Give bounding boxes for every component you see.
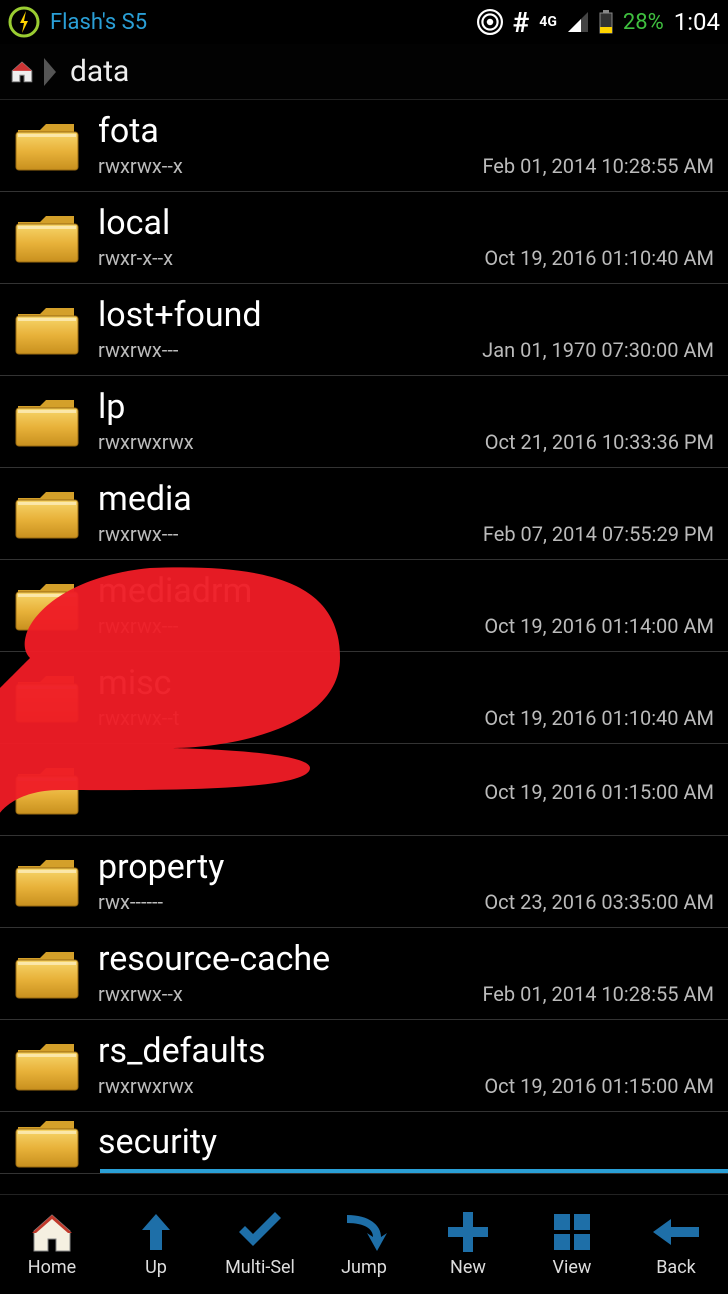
flash-icon bbox=[8, 6, 40, 38]
item-name: lp bbox=[98, 389, 714, 426]
folder-icon bbox=[14, 488, 80, 540]
battery-percent: 28% bbox=[623, 10, 664, 35]
clock: 1:04 bbox=[674, 8, 720, 36]
list-item[interactable]: local rwxr-x--x Oct 19, 2016 01:10:40 AM bbox=[0, 192, 728, 284]
list-item[interactable]: mediadrm rwxrwx--- Oct 19, 2016 01:14:00… bbox=[0, 560, 728, 652]
check-icon bbox=[234, 1211, 286, 1253]
item-name: mediadrm bbox=[98, 573, 714, 610]
item-name: rs_defaults bbox=[98, 1033, 714, 1070]
item-permissions: rwxrwxrwx bbox=[98, 430, 194, 454]
item-permissions: rwxrwx--t bbox=[98, 706, 179, 730]
item-name: resource-cache bbox=[98, 941, 714, 978]
folder-icon bbox=[14, 764, 80, 816]
item-permissions: rwxrwx--x bbox=[98, 982, 183, 1006]
plus-icon bbox=[442, 1211, 494, 1253]
item-name: local bbox=[98, 205, 714, 242]
folder-icon bbox=[14, 304, 80, 356]
item-date: Feb 01, 2014 10:28:55 AM bbox=[482, 154, 714, 178]
folder-icon bbox=[14, 672, 80, 724]
list-item[interactable]: resource-cache rwxrwx--x Feb 01, 2014 10… bbox=[0, 928, 728, 1020]
breadcrumb-separator-icon bbox=[44, 58, 56, 86]
list-item[interactable]: fota rwxrwx--x Feb 01, 2014 10:28:55 AM bbox=[0, 100, 728, 192]
item-date: Oct 21, 2016 10:33:36 PM bbox=[485, 430, 714, 454]
status-bar: Flash's S5 # 4G 28% 1:04 bbox=[0, 0, 728, 44]
item-date: Oct 19, 2016 01:15:00 AM bbox=[484, 1074, 714, 1098]
list-item[interactable]: property rwx------ Oct 23, 2016 03:35:00… bbox=[0, 836, 728, 928]
item-name: security bbox=[98, 1124, 714, 1161]
jump-label: Jump bbox=[341, 1257, 387, 1278]
item-permissions: rwxr-x--x bbox=[98, 246, 173, 270]
item-name: lost+found bbox=[98, 297, 714, 334]
item-name: media bbox=[98, 481, 714, 518]
network-label: 4G bbox=[539, 14, 557, 30]
item-permissions: rwxrwx--- bbox=[98, 522, 178, 546]
item-permissions: rwxrwx--- bbox=[98, 614, 178, 638]
home-label: Home bbox=[28, 1257, 76, 1278]
item-permissions: rwxrwx--- bbox=[98, 338, 178, 362]
back-button[interactable]: Back bbox=[624, 1195, 728, 1294]
multisel-label: Multi-Sel bbox=[225, 1257, 295, 1278]
signal-icon bbox=[567, 11, 589, 33]
list-item[interactable]: lp rwxrwxrwx Oct 21, 2016 10:33:36 PM bbox=[0, 376, 728, 468]
view-button[interactable]: View bbox=[520, 1195, 624, 1294]
up-arrow-icon bbox=[130, 1211, 182, 1253]
folder-icon bbox=[14, 212, 80, 264]
device-name: Flash's S5 bbox=[50, 10, 147, 35]
folder-icon bbox=[14, 1117, 80, 1169]
view-label: View bbox=[553, 1257, 592, 1278]
list-item[interactable]: media rwxrwx--- Feb 07, 2014 07:55:29 PM bbox=[0, 468, 728, 560]
new-button[interactable]: New bbox=[416, 1195, 520, 1294]
folder-icon bbox=[14, 948, 80, 1000]
list-item[interactable]: security bbox=[0, 1112, 728, 1174]
folder-icon bbox=[14, 856, 80, 908]
house-icon bbox=[26, 1211, 78, 1253]
item-date: Oct 23, 2016 03:35:00 AM bbox=[484, 890, 714, 914]
back-label: Back bbox=[656, 1257, 696, 1278]
hotspot-icon bbox=[477, 9, 503, 35]
list-item[interactable]: lost+found rwxrwx--- Jan 01, 1970 07:30:… bbox=[0, 284, 728, 376]
list-item[interactable]: Oct 19, 2016 01:15:00 AM bbox=[0, 744, 728, 836]
item-date: Oct 19, 2016 01:10:40 AM bbox=[484, 706, 714, 730]
folder-icon bbox=[14, 1040, 80, 1092]
jump-arrow-icon bbox=[338, 1211, 390, 1253]
item-date: Feb 01, 2014 10:28:55 AM bbox=[482, 982, 714, 1006]
item-permissions: rwx------ bbox=[98, 890, 163, 914]
file-list: fota rwxrwx--x Feb 01, 2014 10:28:55 AM … bbox=[0, 100, 728, 1174]
grid-icon bbox=[546, 1211, 598, 1253]
new-label: New bbox=[450, 1257, 486, 1278]
item-name: misc bbox=[98, 665, 714, 702]
folder-icon bbox=[14, 120, 80, 172]
item-date: Oct 19, 2016 01:14:00 AM bbox=[484, 614, 714, 638]
up-label: Up bbox=[145, 1257, 167, 1278]
jump-button[interactable]: Jump bbox=[312, 1195, 416, 1294]
list-item[interactable]: rs_defaults rwxrwxrwx Oct 19, 2016 01:15… bbox=[0, 1020, 728, 1112]
breadcrumb: data bbox=[0, 44, 728, 100]
breadcrumb-current[interactable]: data bbox=[70, 54, 129, 89]
battery-icon bbox=[599, 10, 613, 34]
item-date: Jan 01, 1970 07:30:00 AM bbox=[482, 338, 714, 362]
folder-icon bbox=[14, 580, 80, 632]
item-name: fota bbox=[98, 113, 714, 150]
item-date: Feb 07, 2014 07:55:29 PM bbox=[483, 522, 714, 546]
back-arrow-icon bbox=[650, 1211, 702, 1253]
item-permissions: rwxrwx--x bbox=[98, 154, 183, 178]
item-date: Oct 19, 2016 01:10:40 AM bbox=[484, 246, 714, 270]
item-permissions: rwxrwxrwx bbox=[98, 1074, 194, 1098]
home-button[interactable]: Home bbox=[0, 1195, 104, 1294]
bottom-toolbar: Home Up Multi-Sel Jump New View Back bbox=[0, 1194, 728, 1294]
multisel-button[interactable]: Multi-Sel bbox=[208, 1195, 312, 1294]
list-item[interactable]: misc rwxrwx--t Oct 19, 2016 01:10:40 AM bbox=[0, 652, 728, 744]
item-name: property bbox=[98, 849, 714, 886]
home-icon[interactable] bbox=[8, 58, 36, 86]
up-button[interactable]: Up bbox=[104, 1195, 208, 1294]
item-date: Oct 19, 2016 01:15:00 AM bbox=[484, 780, 714, 804]
hash-icon: # bbox=[513, 6, 530, 39]
folder-icon bbox=[14, 396, 80, 448]
